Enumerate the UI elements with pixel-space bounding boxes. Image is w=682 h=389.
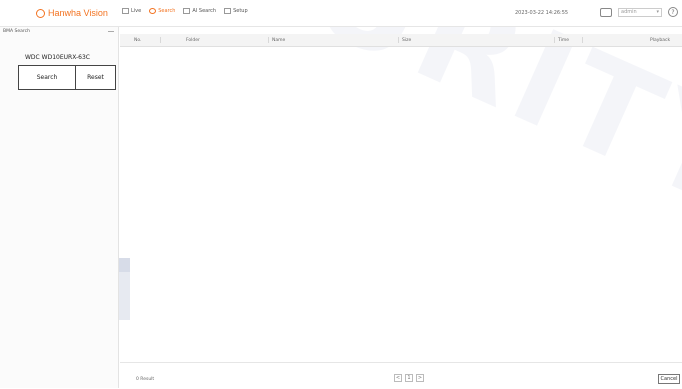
topbar-right: admin ▾ ? (600, 7, 678, 17)
table-header: No. Folder Name Size Time Playback (120, 34, 682, 47)
reset-button[interactable]: Reset (76, 65, 116, 90)
column-divider (398, 37, 399, 43)
ai-search-icon (183, 8, 191, 14)
result-count: 0 Result (136, 377, 155, 382)
column-header-size[interactable]: Size (402, 38, 411, 43)
sidebar: BMA Search WDC WD10EURX-63C Search Reset (0, 27, 119, 388)
pagination: < 1 > (394, 374, 424, 382)
top-bar: Hanwha Vision Live Search AI Search Setu… (0, 0, 682, 27)
nav-live[interactable]: Live (122, 8, 141, 14)
search-button[interactable]: Search (18, 65, 76, 90)
sidebar-title: BMA Search (3, 29, 30, 34)
user-select[interactable]: admin ▾ (618, 7, 662, 17)
hanwha-logo-icon (36, 8, 45, 18)
prev-page-button[interactable]: < (394, 374, 402, 382)
nav-search[interactable]: Search (149, 8, 175, 14)
main-nav: Live Search AI Search Setup (122, 8, 248, 14)
user-select-value: admin (621, 9, 637, 15)
nav-search-label: Search (158, 8, 176, 14)
column-header-no[interactable]: No. (134, 38, 141, 43)
sidebar-buttons: Search Reset (18, 65, 116, 90)
column-divider (582, 37, 583, 43)
column-divider (268, 37, 269, 43)
cancel-button[interactable]: Cancel (658, 374, 680, 384)
nav-ai-search[interactable]: AI Search (183, 8, 216, 14)
column-header-time[interactable]: Time (558, 38, 569, 43)
help-icon[interactable]: ? (668, 7, 678, 17)
brand-name: Hanwha Vision (48, 8, 108, 18)
nav-live-label: Live (131, 8, 142, 14)
column-header-folder[interactable]: Folder (186, 38, 200, 43)
current-page[interactable]: 1 (405, 374, 413, 382)
chevron-down-icon: ▾ (656, 9, 659, 15)
next-page-button[interactable]: > (416, 374, 424, 382)
monitor-icon (122, 8, 129, 14)
column-header-playback[interactable]: Playback (650, 38, 670, 43)
column-header-name[interactable]: Name (272, 38, 285, 43)
datetime: 2023-03-22 14:26:55 (515, 10, 569, 16)
search-icon (149, 8, 157, 14)
column-divider (554, 37, 555, 43)
brand-logo[interactable]: Hanwha Vision (36, 8, 108, 18)
collapse-icon[interactable] (108, 31, 114, 32)
nav-ai-search-label: AI Search (192, 8, 217, 14)
footer: 0 Result < 1 > Cancel (120, 362, 682, 389)
device-name[interactable]: WDC WD10EURX-63C (25, 54, 90, 61)
setup-icon (224, 8, 232, 14)
nav-setup-label: Setup (233, 8, 248, 14)
user-icon[interactable] (600, 7, 612, 17)
column-divider (160, 37, 161, 43)
nav-setup[interactable]: Setup (224, 8, 248, 14)
